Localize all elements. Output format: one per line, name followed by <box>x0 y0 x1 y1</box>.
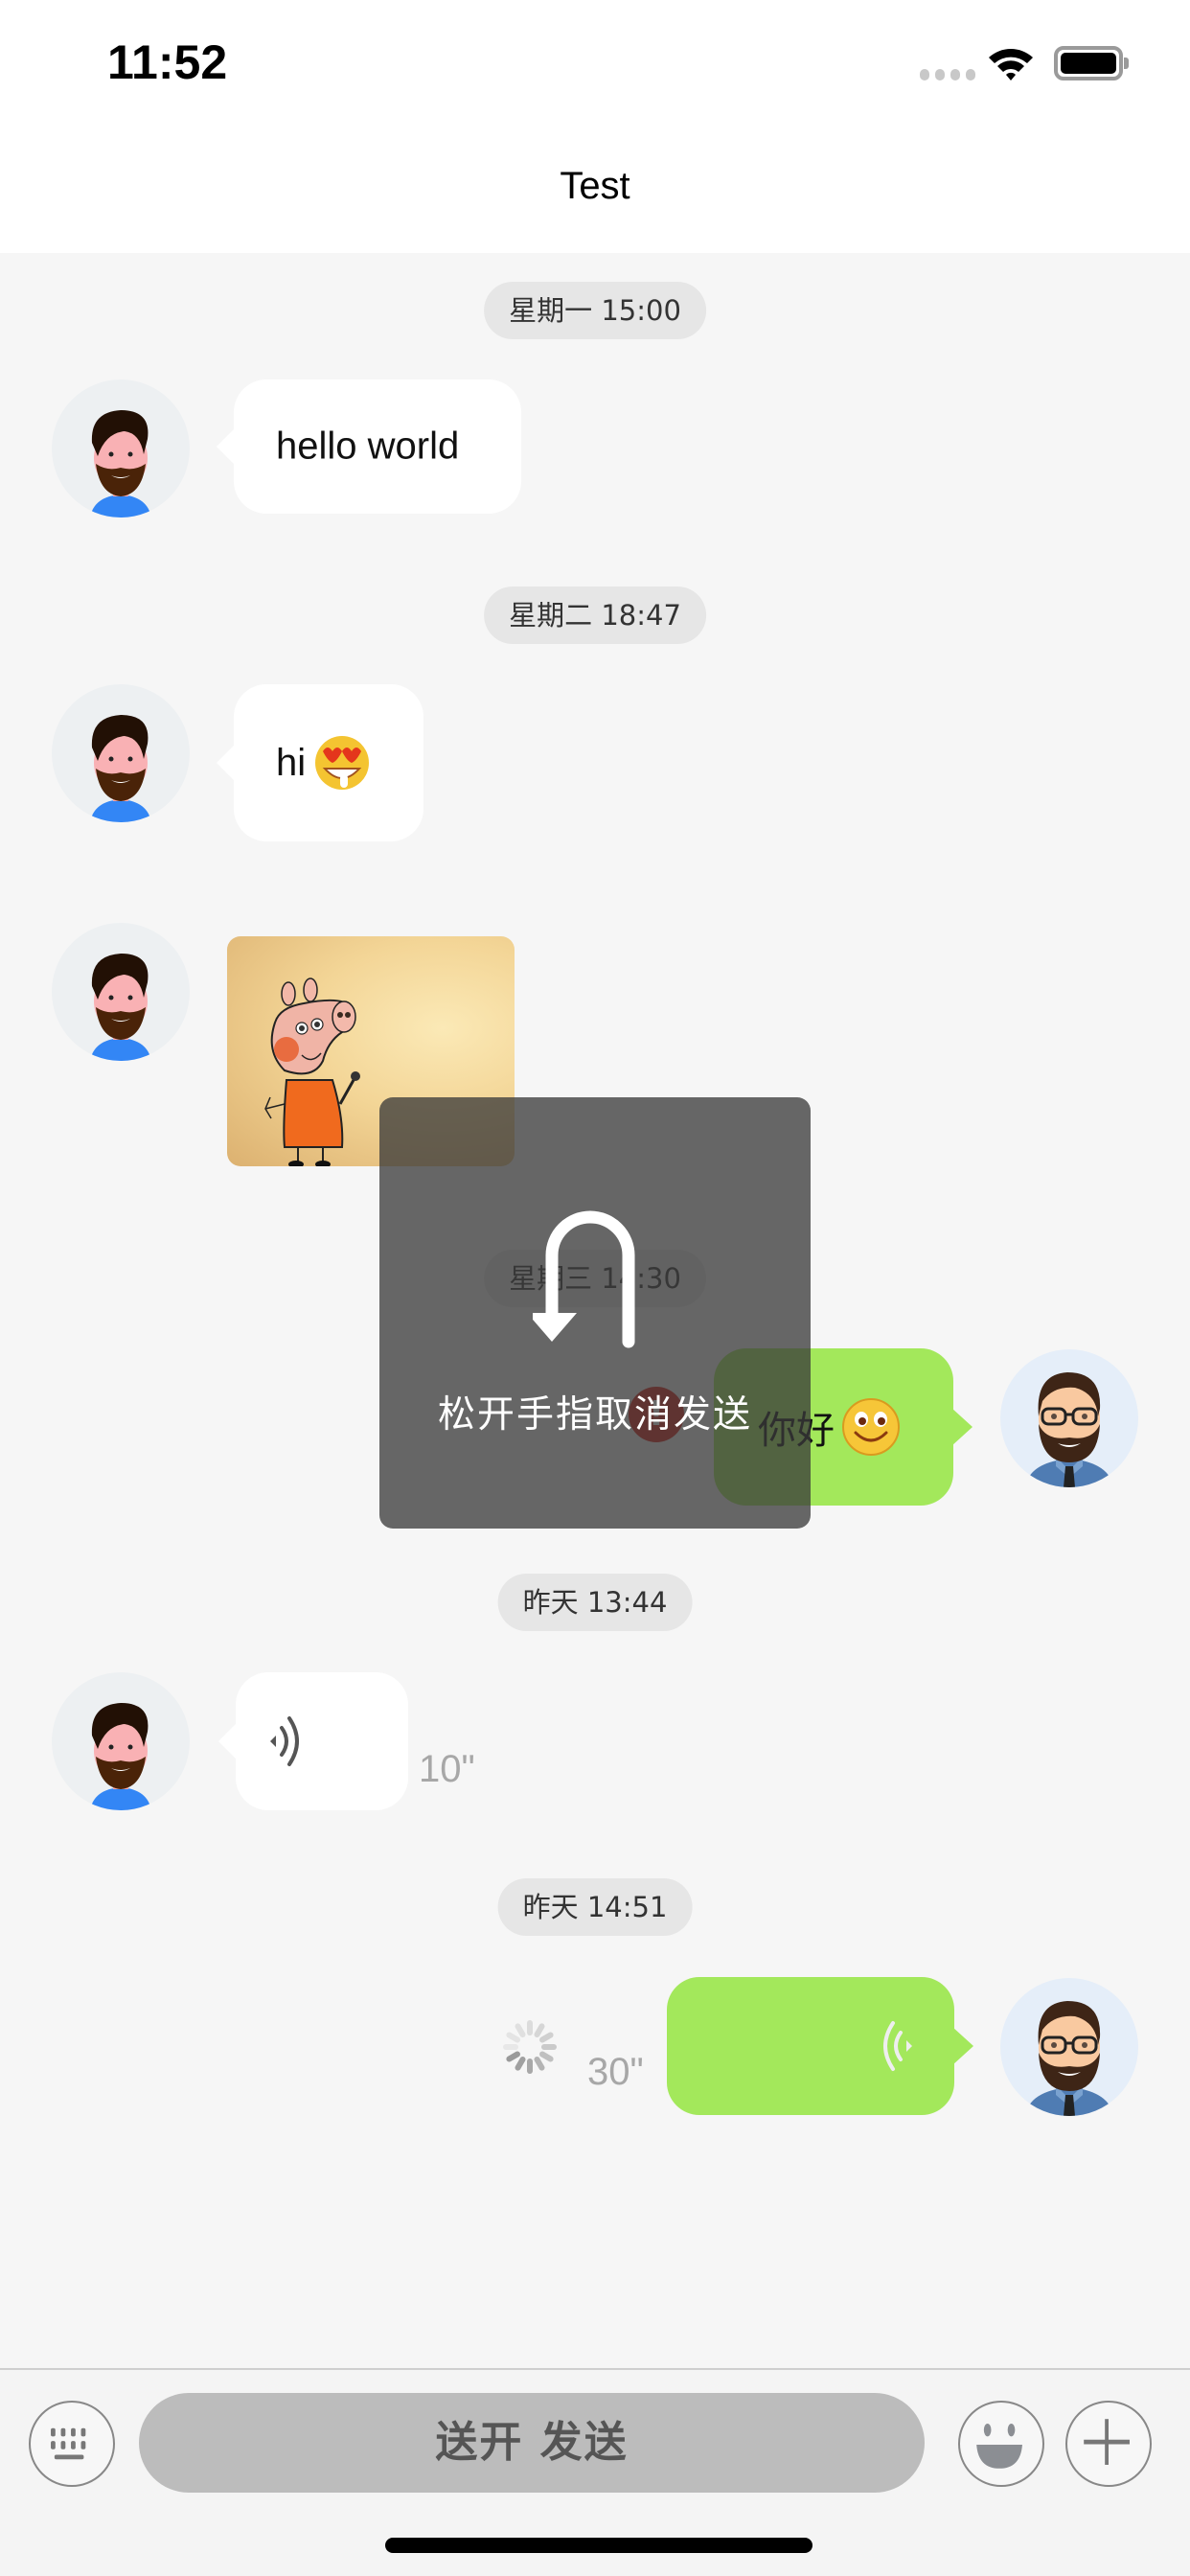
home-indicator[interactable] <box>385 2538 812 2553</box>
emoji-face-icon <box>976 2423 1022 2469</box>
bearded-man-avatar-icon <box>90 954 151 1061</box>
timestamp-pill: 昨天 13:44 <box>497 1574 693 1631</box>
heart-eyes-drooling-emoji-icon <box>315 736 370 790</box>
voice-duration: 30" <box>587 2051 644 2093</box>
voice-wave-icon <box>270 1716 299 1766</box>
contact-avatar[interactable] <box>52 1672 190 1810</box>
status-time: 11:52 <box>107 35 228 89</box>
chat-title: Test <box>560 165 630 207</box>
timestamp-pill: 昨天 14:51 <box>497 1878 693 1936</box>
message-bubble-received[interactable]: hello world <box>217 380 521 514</box>
voice-message-sent[interactable] <box>667 1977 973 2115</box>
hold-to-talk-button[interactable]: 送开 发送 <box>139 2393 925 2493</box>
bearded-man-glasses-avatar-icon <box>1025 2001 1113 2116</box>
battery-icon <box>1054 46 1123 80</box>
more-actions-button[interactable] <box>1065 2401 1152 2487</box>
message-text: hello world <box>276 425 460 468</box>
timestamp-pill: 星期一 15:00 <box>484 282 706 339</box>
keyboard-icon <box>51 2427 86 2460</box>
bubble-tail <box>952 2027 973 2065</box>
message-content: hi <box>276 732 373 794</box>
bearded-man-avatar-icon <box>90 1703 151 1810</box>
plus-icon <box>1084 2419 1130 2465</box>
smile-emoji-icon <box>842 1398 900 1456</box>
voice-wave-icon <box>883 2021 912 2071</box>
my-avatar[interactable] <box>1000 1978 1138 2116</box>
cancel-return-arrow-icon <box>533 1210 635 1348</box>
wifi-icon <box>989 49 1033 80</box>
voice-duration: 10" <box>419 1748 475 1790</box>
keyboard-toggle-button[interactable] <box>29 2401 115 2487</box>
cellular-signal-icon <box>920 69 975 80</box>
bearded-man-avatar-icon <box>90 410 151 518</box>
sending-spinner-icon <box>503 2020 557 2074</box>
message-text: hi <box>276 741 307 784</box>
contact-avatar[interactable] <box>52 923 190 1061</box>
battery-tip <box>1124 58 1129 69</box>
bubble-tail <box>217 427 236 466</box>
bubble-tail <box>217 744 236 782</box>
contact-avatar[interactable] <box>52 684 190 822</box>
message-bubble-received[interactable]: hi <box>217 684 423 841</box>
timestamp-pill: 星期二 18:47 <box>484 586 706 644</box>
hud-message: 松开手指取消发送 <box>437 1393 752 1437</box>
recording-cancel-hud: 松开手指取消发送 <box>379 1097 811 1529</box>
emoji-button[interactable] <box>958 2401 1044 2487</box>
bubble-tail <box>218 1722 238 1760</box>
bearded-man-avatar-icon <box>90 715 151 822</box>
top-bar: 11:52 Test <box>0 0 1190 253</box>
voice-message-received[interactable] <box>218 1672 408 1810</box>
my-avatar[interactable] <box>1000 1349 1138 1487</box>
bearded-man-glasses-avatar-icon <box>1025 1372 1113 1487</box>
contact-avatar[interactable] <box>52 380 190 518</box>
bubble-tail <box>951 1408 973 1446</box>
